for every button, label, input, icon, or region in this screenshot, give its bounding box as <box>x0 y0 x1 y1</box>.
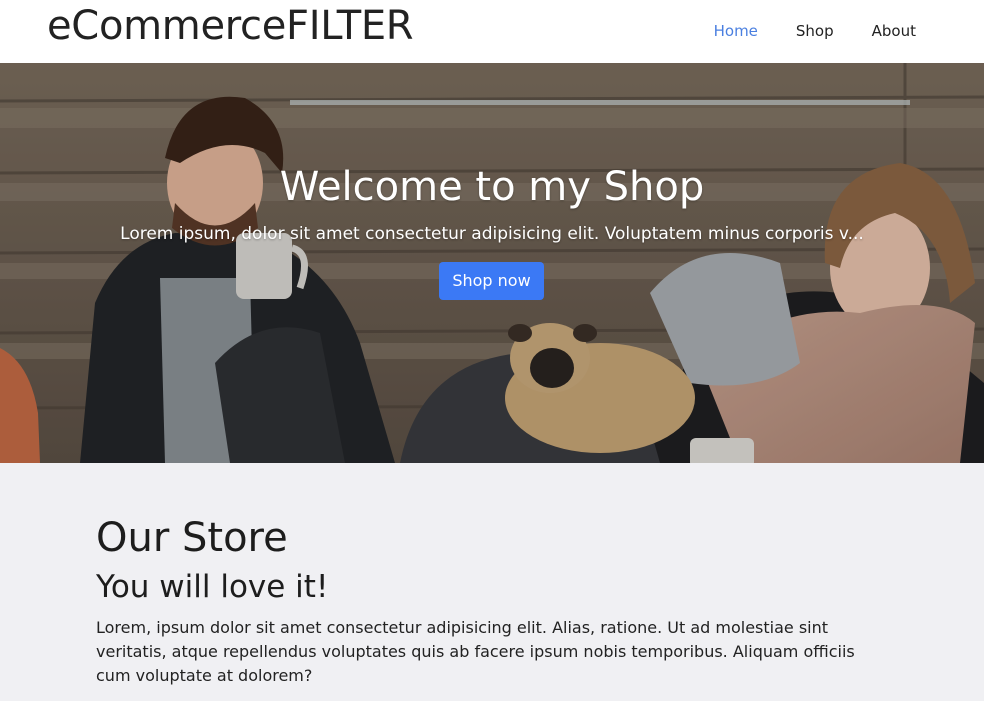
nav-link-about[interactable]: About <box>872 20 916 42</box>
nav-link-shop[interactable]: Shop <box>796 20 834 42</box>
nav-link-home[interactable]: Home <box>714 20 758 42</box>
store-section: Our Store You will love it! Lorem, ipsum… <box>0 463 984 701</box>
shop-now-button[interactable]: Shop now <box>439 262 544 300</box>
store-subtitle: You will love it! <box>96 569 329 605</box>
hero-subtitle: Lorem ipsum, dolor sit amet consectetur … <box>120 224 864 244</box>
hero-content: Welcome to my Shop Lorem ipsum, dolor si… <box>0 63 984 463</box>
navbar: eCommerceFILTER Home Shop About <box>0 0 984 63</box>
store-description: Lorem, ipsum dolor sit amet consectetur … <box>96 618 855 685</box>
brand-logo[interactable]: eCommerceFILTER <box>47 2 414 50</box>
hero-title: Welcome to my Shop <box>279 164 705 210</box>
store-title: Our Store <box>96 515 288 561</box>
hero-banner: Welcome to my Shop Lorem ipsum, dolor si… <box>0 63 984 463</box>
nav-links: Home Shop About <box>676 20 916 42</box>
